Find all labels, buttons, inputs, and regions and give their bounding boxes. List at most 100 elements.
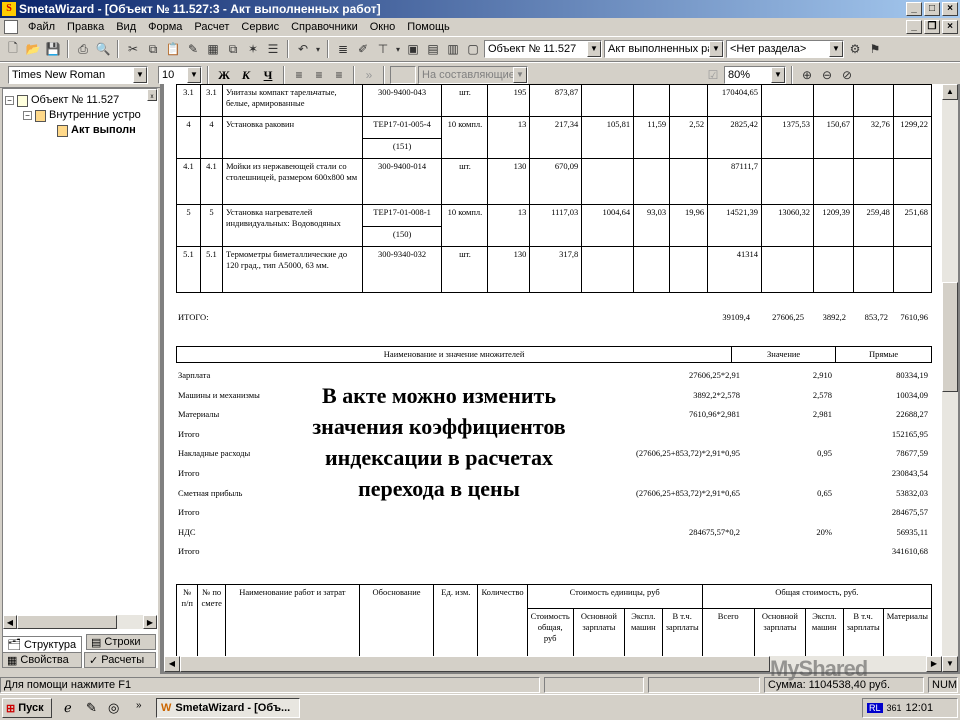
cell-mach[interactable]: [633, 246, 671, 293]
cell-qty[interactable]: 13: [487, 204, 531, 247]
cell-total[interactable]: 14521,39: [707, 204, 763, 247]
cell-name[interactable]: Установка раковин: [221, 116, 363, 159]
cell-machsal[interactable]: 19,96: [669, 204, 709, 247]
cell-n2[interactable]: 5: [199, 204, 223, 247]
tree-scroll-thumb[interactable]: [17, 615, 117, 629]
cell-tmsal[interactable]: 32,76: [852, 116, 894, 159]
cell-n2[interactable]: 3.1: [199, 84, 223, 117]
cell-salary[interactable]: [581, 84, 635, 117]
cell-code[interactable]: 300-9340-032: [361, 246, 443, 293]
cell-price[interactable]: 670,09: [529, 158, 583, 205]
table-row[interactable]: 3.1 3.1 Унитазы компакт тарельчатые, белые…: [176, 84, 933, 117]
scroll-left-icon[interactable]: ◀: [164, 656, 180, 672]
cell-qty[interactable]: 13: [487, 116, 531, 159]
cell-n1[interactable]: 4.1: [176, 158, 201, 205]
cell-total[interactable]: 87111,7: [707, 158, 763, 205]
paste-icon[interactable]: 📋: [164, 40, 182, 58]
table-row[interactable]: 5 5 Установка нагревателей индивидуальных:…: [176, 204, 933, 247]
cell-unit[interactable]: 10 компл.: [441, 204, 489, 247]
doc-minimize-button[interactable]: _: [906, 20, 922, 34]
cell-mach[interactable]: 11,59: [633, 116, 671, 159]
cell-code2[interactable]: (151): [361, 138, 443, 159]
print-icon[interactable]: ⎙: [74, 40, 92, 58]
cell-tmach[interactable]: 1209,39: [812, 204, 854, 247]
lines-icon[interactable]: ≣: [334, 40, 352, 58]
pin-icon[interactable]: ⊤: [374, 40, 392, 58]
cell-tmach[interactable]: [812, 158, 854, 205]
tab-calcs[interactable]: ✓ Расчеты: [84, 652, 156, 668]
cell-qty[interactable]: 130: [487, 158, 531, 205]
pin-dropdown-icon[interactable]: ▾: [394, 40, 402, 58]
copy2-icon[interactable]: ⧉: [224, 40, 242, 58]
tree-node-section[interactable]: − Внутренние устро: [5, 108, 155, 123]
scroll-right-icon[interactable]: ▶: [926, 656, 942, 672]
document-icon[interactable]: [4, 20, 18, 34]
table-row[interactable]: 5.1 5.1 Термометры биметаллические до 120 …: [176, 246, 933, 293]
cell-price[interactable]: 317,8: [529, 246, 583, 293]
scroll-down-icon[interactable]: ▼: [942, 656, 958, 672]
cell-salary[interactable]: 1004,64: [581, 204, 635, 247]
cell-code[interactable]: ТЕР17-01-008-1: [361, 204, 443, 227]
cell-tmach[interactable]: [812, 246, 854, 293]
tree-node-object[interactable]: − Объект № 11.527: [5, 93, 155, 108]
cell-tmat[interactable]: [892, 158, 933, 205]
minimize-button[interactable]: _: [906, 2, 922, 16]
cell-total[interactable]: 41314: [707, 246, 763, 293]
scroll-left-icon[interactable]: ◀: [3, 615, 17, 629]
cell-n2[interactable]: 4.1: [199, 158, 223, 205]
cell-unit[interactable]: 10 компл.: [441, 116, 489, 159]
underline-button[interactable]: Ч: [258, 66, 278, 84]
cell-code2[interactable]: (150): [361, 226, 443, 247]
cell-unit[interactable]: шт.: [441, 246, 489, 293]
cell-n1[interactable]: 3.1: [176, 84, 201, 117]
menu-edit[interactable]: Правка: [61, 21, 110, 33]
cell-n2[interactable]: 4: [199, 116, 223, 159]
maximize-button[interactable]: □: [924, 2, 940, 16]
cell-code[interactable]: 300-9400-043: [361, 84, 443, 117]
language-indicator[interactable]: RL: [867, 703, 883, 713]
magic-icon[interactable]: ✶: [244, 40, 262, 58]
menu-calc[interactable]: Расчет: [188, 21, 235, 33]
collapse-box-icon[interactable]: −: [5, 96, 14, 105]
coefficient-row[interactable]: Итого 341610,68: [176, 546, 932, 560]
cell-n2[interactable]: 5.1: [199, 246, 223, 293]
cell-n1[interactable]: 5.1: [176, 246, 201, 293]
cell-unit[interactable]: шт.: [441, 84, 489, 117]
save-icon[interactable]: 💾: [44, 40, 62, 58]
cell-machsal[interactable]: [669, 158, 709, 205]
cell-salary[interactable]: [581, 158, 635, 205]
cell-code[interactable]: 300-9400-014: [361, 158, 443, 205]
cell-tsal[interactable]: [761, 246, 814, 293]
list-icon[interactable]: ☰: [264, 40, 282, 58]
coefficient-row[interactable]: Итого 284675,57: [176, 507, 932, 521]
tree-close-icon[interactable]: x: [147, 89, 157, 101]
cell-tsal[interactable]: 1375,53: [761, 116, 814, 159]
cell-total[interactable]: 2825,42: [707, 116, 763, 159]
font-size-combo[interactable]: 10 ▼: [158, 66, 202, 84]
size-dropdown-icon[interactable]: ▼: [187, 67, 201, 83]
tab-structure[interactable]: 🗂 Структура: [2, 636, 82, 652]
zoom-combo[interactable]: 80% ▼: [724, 66, 786, 84]
cell-tmat[interactable]: [892, 84, 933, 117]
cell-tmsal[interactable]: [852, 246, 894, 293]
grid-icon[interactable]: ▥: [444, 40, 462, 58]
menu-references[interactable]: Справочники: [285, 21, 364, 33]
copy-icon[interactable]: ⧉: [144, 40, 162, 58]
section-dropdown-icon[interactable]: ▼: [829, 41, 843, 57]
menu-file[interactable]: Файл: [22, 21, 61, 33]
quicklaunch-icon[interactable]: ✎: [86, 700, 97, 716]
table-icon[interactable]: ▦: [204, 40, 222, 58]
cell-tmat[interactable]: 251,68: [892, 204, 933, 247]
cell-name[interactable]: Установка нагревателей индивидуальных: В…: [221, 204, 363, 247]
start-button[interactable]: ⊞ Пуск: [2, 698, 52, 718]
collapse-icon[interactable]: »: [360, 66, 378, 84]
cell-name[interactable]: Термометры биметаллические до 120 град.,…: [221, 246, 363, 293]
font-combo[interactable]: Times New Roman ▼: [8, 66, 148, 84]
zoom-out-icon[interactable]: ⊖: [818, 66, 836, 84]
cell-tmach[interactable]: 150,67: [812, 116, 854, 159]
doc-close-button[interactable]: ×: [942, 20, 958, 34]
edit-icon[interactable]: ✎: [184, 40, 202, 58]
ie-icon[interactable]: ℯ: [64, 700, 72, 716]
cell-tmat[interactable]: 1299,22: [892, 116, 933, 159]
tool1-icon[interactable]: ⚙: [846, 40, 864, 58]
